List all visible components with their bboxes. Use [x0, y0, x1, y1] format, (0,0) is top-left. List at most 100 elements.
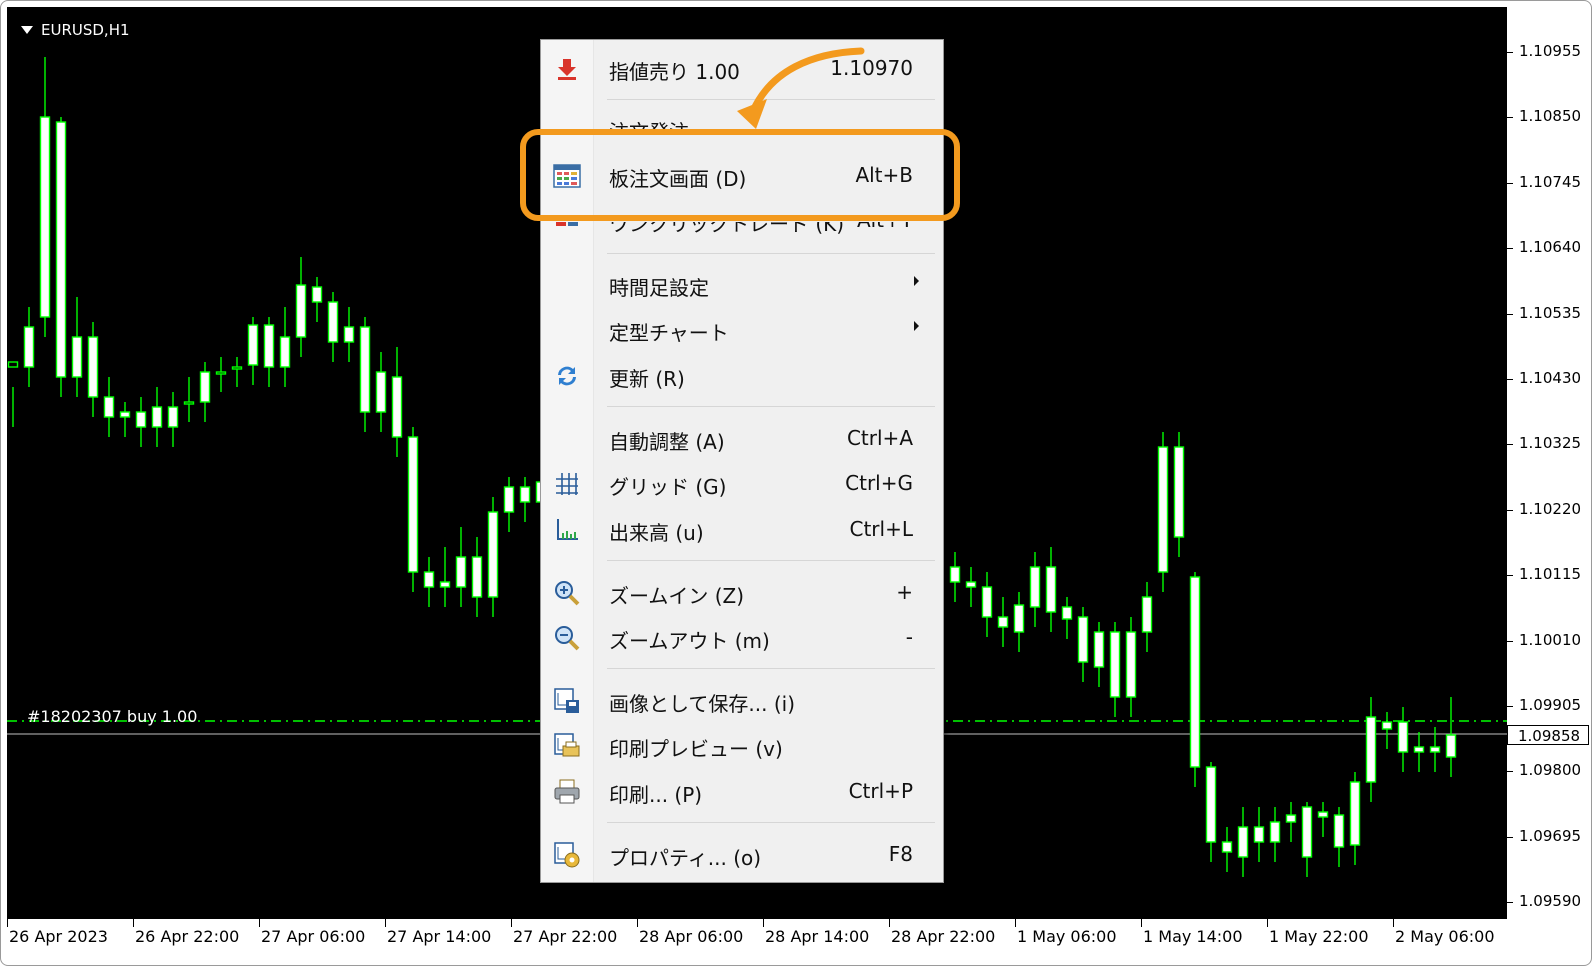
candle-body [231, 366, 243, 370]
menu-item-label: グリッド (G) [609, 475, 727, 499]
candle-body [359, 326, 371, 413]
menu-item-shortcut: Ctrl+L [849, 517, 914, 541]
menu-item-shortcut: + [896, 580, 913, 604]
time-tick [133, 919, 134, 927]
candle-body [103, 396, 115, 418]
price-tick [1507, 379, 1513, 380]
candle-body [1397, 721, 1409, 753]
candle-body [1189, 576, 1201, 768]
price-label: 1.09695 [1519, 826, 1582, 845]
time-axis[interactable]: 26 Apr 2023 26 Apr 22:00 27 Apr 06:00 27 Ap… [7, 919, 1507, 959]
candle-body [1173, 446, 1185, 538]
symbol-label: EURUSD,H1 [41, 21, 130, 39]
price-tick [1507, 248, 1513, 250]
candle [1093, 622, 1105, 687]
candle-body [503, 486, 515, 513]
candle [1397, 707, 1409, 772]
candle-body [23, 326, 35, 368]
menu-item-timeframes[interactable]: 時間足設定 [541, 264, 941, 304]
candle [279, 307, 291, 387]
menu-item-zoom-out[interactable]: ズームアウト (m) - [541, 617, 941, 657]
menu-item-zoom-in[interactable]: ズームイン (Z) + [541, 572, 941, 612]
candle-body [87, 336, 99, 398]
order-line-label: #18202307 buy 1.00 [27, 707, 198, 726]
candle [135, 397, 147, 447]
candle-body [1157, 446, 1169, 573]
price-label: 1.10745 [1519, 172, 1582, 191]
menu-item-save-as-picture[interactable]: 画像として保存... (i) [541, 680, 941, 720]
candle-body [1317, 811, 1329, 818]
candle [327, 292, 339, 362]
menu-item-properties[interactable]: プロパティ... (o) F8 [541, 834, 941, 874]
time-tick [763, 919, 764, 927]
candle [1365, 697, 1377, 802]
candle [519, 477, 531, 522]
candle-body [1061, 606, 1073, 620]
candle-body [39, 116, 51, 318]
price-axis[interactable]: 1.10955 1.10850 1.10745 1.10640 1.10535 1.104… [1507, 7, 1591, 919]
candle [1253, 807, 1265, 862]
price-tick [1507, 313, 1513, 315]
price-tick [1507, 771, 1513, 773]
candle-body [439, 581, 451, 588]
candle [1173, 432, 1185, 557]
candle [183, 377, 195, 422]
candle [1301, 802, 1313, 877]
time-label: 26 Apr 2023 [9, 927, 108, 946]
candle-body [135, 411, 147, 428]
candle-body [1253, 826, 1265, 843]
candle [71, 297, 83, 397]
candle-body [1109, 631, 1121, 698]
menu-item-shortcut: Alt+T [857, 222, 913, 232]
candle-body [375, 371, 387, 413]
zoom-out-icon [553, 624, 581, 652]
submenu-arrow-icon [914, 321, 919, 331]
zoom-in-icon [553, 579, 581, 607]
time-label: 27 Apr 22:00 [513, 927, 618, 946]
price-label: 1.10430 [1519, 369, 1582, 387]
candle-body [215, 371, 227, 375]
candle [1125, 617, 1137, 717]
menu-item-print[interactable]: 印刷... (P) Ctrl+P [541, 771, 941, 811]
candle [439, 547, 451, 607]
candle-body [1269, 821, 1281, 843]
menu-item-label: 出来高 (u) [609, 521, 704, 545]
candle [1349, 772, 1361, 865]
menu-item-auto-scroll[interactable]: 自動調整 (A) Ctrl+A [541, 418, 941, 458]
highlight-annotation-box [520, 129, 960, 221]
menu-item-volumes[interactable]: 出来高 (u) Ctrl+L [541, 509, 941, 549]
candle [247, 317, 259, 385]
candle [1189, 572, 1201, 787]
menu-item-label: ズームイン (Z) [609, 584, 745, 608]
time-tick [259, 919, 260, 927]
menu-item-templates[interactable]: 定型チャート [541, 309, 941, 349]
menu-item-refresh[interactable]: 更新 (R) [541, 355, 941, 395]
candle-body [487, 511, 499, 598]
menu-separator [607, 560, 935, 561]
time-label: 28 Apr 14:00 [765, 927, 870, 946]
time-tick [637, 919, 638, 927]
price-label: 1.09800 [1519, 761, 1582, 780]
price-tick [1507, 444, 1513, 446]
candle [1333, 807, 1345, 867]
candle-body [1349, 781, 1361, 846]
menu-item-print-preview[interactable]: 印刷プレビュー (v) [541, 725, 941, 765]
candle [407, 427, 419, 592]
candle-body [519, 486, 531, 503]
candle [359, 317, 371, 432]
menu-item-label: 時間足設定 [609, 276, 709, 300]
menu-item-grid[interactable]: グリッド (G) Ctrl+G [541, 463, 941, 503]
candle-body [199, 371, 211, 403]
time-tick [1393, 919, 1394, 927]
candle-body [311, 286, 323, 303]
chart-menu-triangle-icon[interactable] [21, 26, 33, 34]
menu-item-label: ズームアウト (m) [609, 629, 770, 653]
candle [949, 552, 961, 602]
price-label: 1.10955 [1519, 42, 1582, 60]
time-label: 28 Apr 06:00 [639, 927, 744, 946]
price-tick [1507, 836, 1513, 838]
menu-item-one-click-trading[interactable]: ワンクリックトレード (K) Alt+T [541, 222, 941, 238]
menu-item-shortcut: Ctrl+G [845, 471, 913, 495]
menu-separator [607, 406, 935, 407]
candle-body [1205, 766, 1217, 843]
